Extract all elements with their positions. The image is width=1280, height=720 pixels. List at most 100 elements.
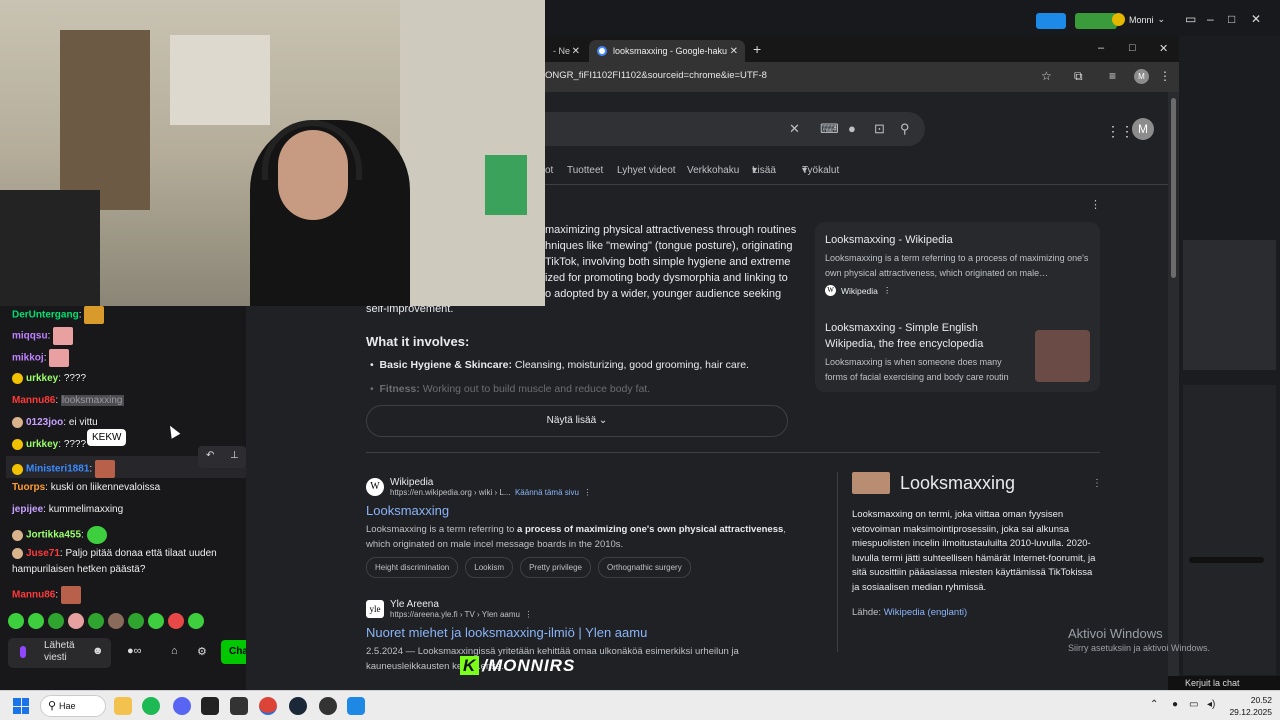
chat-username[interactable]: urkkey xyxy=(26,439,58,450)
minimize-icon[interactable]: – xyxy=(1098,42,1104,54)
tab-google-search[interactable]: looksmaxxing - Google-haku ✕ xyxy=(589,40,745,62)
filter-item[interactable]: Verkkohaku xyxy=(687,165,739,176)
chat-username[interactable]: 0123joo xyxy=(26,417,63,428)
minimize-icon[interactable]: – xyxy=(1207,12,1214,26)
show-more-button[interactable]: Näytä lisää ⌄ xyxy=(366,405,788,437)
chat-username[interactable]: Ministeri1881 xyxy=(26,464,89,475)
filter-item[interactable]: Lyhyet videot xyxy=(617,165,676,176)
mic-icon[interactable]: ● xyxy=(1172,699,1178,710)
keyboard-icon[interactable]: ⌨ xyxy=(820,121,839,137)
volume-icon[interactable]: ◂) xyxy=(1207,699,1215,710)
filter-item[interactable]: Tuotteet xyxy=(567,165,603,176)
pin-icon[interactable]: ⊥ xyxy=(230,450,239,461)
clear-icon[interactable]: ✕ xyxy=(789,121,800,137)
scrollbar[interactable] xyxy=(1168,92,1179,690)
result-source[interactable]: yle Yle Areena https://areena.yle.fi › T… xyxy=(366,599,746,619)
discord-icon[interactable] xyxy=(173,697,191,715)
new-tab-icon[interactable]: + xyxy=(753,41,761,57)
app-icon[interactable] xyxy=(201,697,219,715)
chip[interactable]: Lookism xyxy=(465,557,514,578)
more-options-icon[interactable]: ⋮ xyxy=(1092,478,1102,489)
app-icon[interactable] xyxy=(230,697,248,715)
tab-other[interactable]: - Ne ✕ xyxy=(545,40,587,62)
store-icon[interactable]: ⌂ xyxy=(171,645,178,657)
chip[interactable]: Height discrimination xyxy=(366,557,459,578)
network-icon[interactable]: ▭ xyxy=(1189,699,1198,710)
emote-button[interactable] xyxy=(48,613,64,629)
mic-icon[interactable] xyxy=(20,646,26,658)
emote-button[interactable] xyxy=(8,613,24,629)
emote-button[interactable] xyxy=(128,613,144,629)
result-source[interactable]: W Wikipedia https://en.wikipedia.org › w… xyxy=(366,477,786,497)
emote-button[interactable] xyxy=(188,613,204,629)
emote-button[interactable] xyxy=(88,613,104,629)
emote-button[interactable] xyxy=(28,613,44,629)
reply-icon[interactable]: ↶ xyxy=(206,450,214,461)
lens-icon[interactable]: ⊡ xyxy=(874,121,885,137)
search-icon[interactable]: ⚲ xyxy=(900,121,910,137)
account-avatar[interactable]: M xyxy=(1132,118,1154,140)
result-title-link[interactable]: Looksmaxxing xyxy=(366,503,786,518)
chat-username[interactable]: miqqsu xyxy=(12,331,48,342)
mic-icon[interactable]: ● xyxy=(848,121,856,136)
chat-username[interactable]: mikkoj xyxy=(12,353,44,364)
more-options-icon[interactable]: ⋮ xyxy=(883,285,892,296)
obs-icon[interactable] xyxy=(319,697,337,715)
star-icon[interactable]: ☆ xyxy=(1041,69,1052,83)
chat-username[interactable]: Tuorps xyxy=(12,482,45,493)
translate-link[interactable]: Käännä tämä sivu xyxy=(515,488,579,497)
profile-icon[interactable]: M xyxy=(1134,69,1149,84)
chat-username[interactable]: Juse71 xyxy=(26,548,60,559)
file-explorer-icon[interactable] xyxy=(114,697,132,715)
menu-icon[interactable]: ⋮ xyxy=(1159,69,1171,83)
close-icon[interactable]: ✕ xyxy=(1251,12,1261,26)
media-icon[interactable]: ≡ xyxy=(1109,69,1116,83)
points-icon[interactable]: ●∞ xyxy=(127,645,142,657)
megaphone-button[interactable] xyxy=(1036,13,1066,29)
screen-icon[interactable]: ▭ xyxy=(1185,12,1196,26)
gear-icon[interactable]: ⚙ xyxy=(197,645,207,658)
chip[interactable]: Pretty privilege xyxy=(520,557,591,578)
chat-message[interactable]: Ministeri1881: xyxy=(12,460,115,478)
close-tab-icon[interactable]: ✕ xyxy=(572,46,580,57)
filter-more[interactable]: Lisää ▾ xyxy=(752,165,776,176)
chat-input[interactable]: Lähetä viesti ☻ xyxy=(8,638,111,668)
bell-button[interactable] xyxy=(1075,13,1117,29)
url-field[interactable]: ONGR_fiFI1102FI1102&sourceid=chrome&ie=U… xyxy=(545,70,767,81)
chat-username[interactable]: Mannu86 xyxy=(12,590,55,601)
emote-button[interactable] xyxy=(68,613,84,629)
taskbar-search[interactable]: ⚲ Hae xyxy=(40,695,106,717)
source-link[interactable]: Wikipedia (englanti) xyxy=(884,607,967,618)
source-card-simple-wikipedia[interactable]: Looksmaxxing - Simple English Wikipedia,… xyxy=(825,320,1025,385)
taskbar-clock[interactable]: 20.52 29.12.2025 xyxy=(1228,694,1272,718)
chat-username[interactable]: DerUntergang xyxy=(12,310,79,321)
chat-username[interactable]: urkkey xyxy=(26,373,58,384)
scrollbar-thumb[interactable] xyxy=(1171,98,1176,278)
chat-username[interactable]: jepijee xyxy=(12,504,43,515)
emote-button[interactable] xyxy=(148,613,164,629)
user-menu[interactable]: Monni ⌄ xyxy=(1112,13,1165,26)
close-icon[interactable]: ✕ xyxy=(1159,42,1168,55)
steam-icon[interactable] xyxy=(289,697,307,715)
maximize-icon[interactable]: □ xyxy=(1228,12,1235,26)
maximize-icon[interactable]: □ xyxy=(1129,42,1136,54)
app-icon[interactable] xyxy=(347,697,365,715)
more-options-icon[interactable]: ⋮ xyxy=(1090,198,1101,211)
spotify-icon[interactable] xyxy=(142,697,160,715)
emote-button[interactable] xyxy=(108,613,124,629)
filter-tools[interactable]: Työkalut ▾ xyxy=(802,165,839,176)
filter-item[interactable]: ot xyxy=(545,165,553,176)
source-card-wikipedia[interactable]: Looksmaxxing - Wikipedia Looksmaxxing is… xyxy=(825,232,1090,296)
chat-send-button[interactable]: Chat xyxy=(221,640,246,664)
emote-picker-icon[interactable]: ☻ xyxy=(92,645,104,657)
extensions-icon[interactable]: ⧉ xyxy=(1074,69,1083,84)
close-tab-icon[interactable]: ✕ xyxy=(730,46,738,57)
chat-username[interactable]: Jortikka455 xyxy=(26,530,81,541)
chevron-up-icon[interactable]: ⌃ xyxy=(1150,699,1158,710)
chip[interactable]: Orthognathic surgery xyxy=(597,557,691,578)
search-input[interactable]: ✕ ⌨ ● ⊡ ⚲ xyxy=(545,112,925,146)
result-title-link[interactable]: Nuoret miehet ja looksmaxxing-ilmiö | Yl… xyxy=(366,625,746,640)
chrome-icon[interactable] xyxy=(259,697,277,715)
emote-button[interactable] xyxy=(168,613,184,629)
windows-start-icon[interactable] xyxy=(13,698,29,714)
